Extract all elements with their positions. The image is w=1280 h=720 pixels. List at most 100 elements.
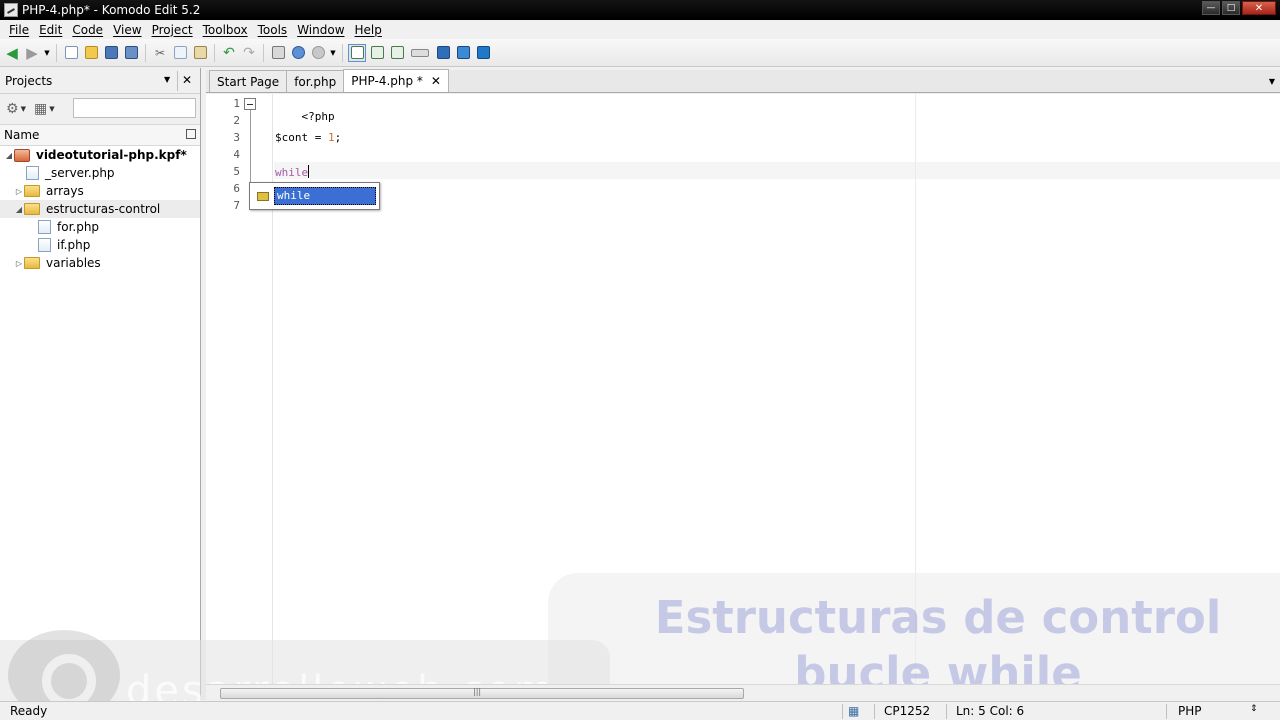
- stop-dropdown-icon[interactable]: ▼: [329, 44, 337, 62]
- open-folder-icon: [24, 203, 40, 215]
- forward-icon[interactable]: ▶: [23, 44, 41, 62]
- tree-item-project[interactable]: ◢ videotutorial-php.kpf*: [0, 146, 200, 164]
- gear-dropdown-icon[interactable]: ▼: [21, 105, 26, 113]
- line-number: 4: [233, 148, 240, 161]
- paste-icon[interactable]: [191, 44, 209, 62]
- encoding-status[interactable]: CP1252: [884, 704, 930, 718]
- tab-label: for.php: [294, 74, 337, 89]
- projects-panel-tools: ⚙ ▼ ▦ ▼: [0, 94, 200, 124]
- menu-code[interactable]: Code: [67, 23, 108, 37]
- close-panel-icon[interactable]: ✕: [182, 73, 192, 87]
- menu-view[interactable]: View: [108, 23, 146, 37]
- back-icon[interactable]: ◀: [3, 44, 21, 62]
- tab-php-4[interactable]: PHP-4.php * ✕: [343, 69, 449, 92]
- close-tab-icon[interactable]: ✕: [431, 74, 441, 88]
- stop-icon[interactable]: [309, 44, 327, 62]
- tree-item-label: for.php: [57, 220, 100, 234]
- tab-for-php[interactable]: for.php: [286, 70, 345, 92]
- save-all-icon[interactable]: [122, 44, 140, 62]
- tree-item-label: estructuras-control: [46, 202, 161, 216]
- preview-icon[interactable]: [289, 44, 307, 62]
- cursor-position: Ln: 5 Col: 6: [956, 704, 1025, 718]
- expanded-triangle-icon[interactable]: ◢: [14, 205, 24, 214]
- toolbar-separator: [263, 43, 264, 62]
- line-number: 1: [233, 97, 240, 110]
- expanded-triangle-icon[interactable]: ◢: [4, 151, 14, 160]
- close-window-button[interactable]: ✕: [1242, 1, 1276, 15]
- status-bar: Ready ▦ CP1252 Ln: 5 Col: 6 PHP ⇕: [0, 701, 1280, 720]
- line-number: 5: [233, 165, 240, 178]
- redo-icon[interactable]: ↷: [240, 44, 258, 62]
- tree-item-estructuras-control[interactable]: ◢ estructuras-control: [0, 200, 200, 218]
- menu-tools[interactable]: Tools: [253, 23, 293, 37]
- open-folder-icon[interactable]: [82, 44, 100, 62]
- tree-item-label: variables: [46, 256, 101, 270]
- language-status[interactable]: PHP: [1178, 704, 1202, 718]
- encoding-picker-icon[interactable]: ▦: [848, 704, 859, 718]
- menu-toolbox[interactable]: Toolbox: [198, 23, 253, 37]
- komodo-icon[interactable]: [474, 44, 492, 62]
- left-pane-icon[interactable]: [348, 43, 366, 62]
- project-filter-input[interactable]: [73, 98, 196, 118]
- horizontal-scrollbar[interactable]: [206, 684, 1280, 701]
- tab-list-dropdown-icon[interactable]: ▼: [1269, 77, 1275, 86]
- number-literal: 1: [327, 131, 335, 144]
- tree-item-if-php[interactable]: if.php: [0, 236, 200, 254]
- nav-dropdown-icon[interactable]: ▼: [43, 44, 51, 62]
- menu-edit[interactable]: Edit: [34, 23, 67, 37]
- keyword-icon: [257, 191, 269, 201]
- browser-icon[interactable]: [454, 44, 472, 62]
- name-column-header[interactable]: Name: [0, 124, 200, 146]
- tab-label: Start Page: [217, 74, 280, 89]
- menu-window[interactable]: Window: [292, 23, 349, 37]
- menu-bar: File Edit Code View Project Toolbox Tool…: [0, 20, 1280, 39]
- editor-tab-bar: Start Page for.php PHP-4.php * ✕ ▼: [206, 69, 1280, 93]
- project-tree-icon[interactable]: ▦: [34, 101, 47, 117]
- collapsed-triangle-icon[interactable]: ▷: [14, 187, 24, 196]
- tree-item-server-php[interactable]: _server.php: [0, 164, 200, 182]
- panel-dropdown-icon[interactable]: ▼: [164, 75, 170, 84]
- gear-icon[interactable]: ⚙: [6, 101, 19, 117]
- php-open-tag: <?php: [301, 110, 335, 123]
- minimize-button[interactable]: —: [1202, 1, 1220, 15]
- fold-toggle-icon[interactable]: [244, 98, 256, 110]
- column-picker-icon[interactable]: [186, 129, 196, 139]
- print-icon[interactable]: [269, 44, 287, 62]
- autocomplete-item-label: while: [274, 187, 376, 205]
- bottom-pane-icon[interactable]: [368, 44, 386, 62]
- menu-help[interactable]: Help: [350, 23, 387, 37]
- php-file-icon: [38, 238, 51, 252]
- toolbar-toggle-icon[interactable]: [408, 44, 432, 62]
- save-icon[interactable]: [102, 44, 120, 62]
- variable-assignment: $cont =: [275, 131, 328, 144]
- language-spinner-icon[interactable]: ⇕: [1250, 704, 1258, 714]
- tree-item-label: arrays: [46, 184, 84, 198]
- toolbar-separator: [56, 43, 57, 62]
- tree-item-arrays[interactable]: ▷ arrays: [0, 182, 200, 200]
- tree-item-for-php[interactable]: for.php: [0, 218, 200, 236]
- tab-start-page[interactable]: Start Page: [209, 70, 288, 92]
- copy-icon[interactable]: [171, 44, 189, 62]
- lesson-title-line1: Estructuras de control: [654, 591, 1222, 644]
- new-file-icon[interactable]: [62, 44, 80, 62]
- right-pane-icon[interactable]: [388, 44, 406, 62]
- folder-icon: [24, 257, 40, 269]
- menu-file[interactable]: File: [4, 23, 34, 37]
- tree-dropdown-icon[interactable]: ▼: [49, 105, 54, 113]
- line-number: 6: [233, 182, 240, 195]
- tree-item-variables[interactable]: ▷ variables: [0, 254, 200, 272]
- statement-end: ;: [334, 131, 342, 144]
- header-divider: [177, 71, 178, 91]
- tree-item-label: videotutorial-php.kpf*: [36, 148, 187, 162]
- autocomplete-item[interactable]: while: [253, 186, 376, 206]
- scrollbar-thumb[interactable]: [220, 687, 744, 699]
- menu-project[interactable]: Project: [147, 23, 198, 37]
- undo-icon[interactable]: ↶: [220, 44, 238, 62]
- cut-icon[interactable]: ✂: [151, 44, 169, 62]
- lesson-title-overlay: Estructuras de control bucle while: [548, 573, 1280, 700]
- collapsed-triangle-icon[interactable]: ▷: [14, 259, 24, 268]
- maximize-button[interactable]: □: [1222, 1, 1240, 15]
- code-line-3: $cont = 1;: [275, 131, 341, 144]
- email-icon[interactable]: [434, 44, 452, 62]
- status-separator: [842, 704, 843, 719]
